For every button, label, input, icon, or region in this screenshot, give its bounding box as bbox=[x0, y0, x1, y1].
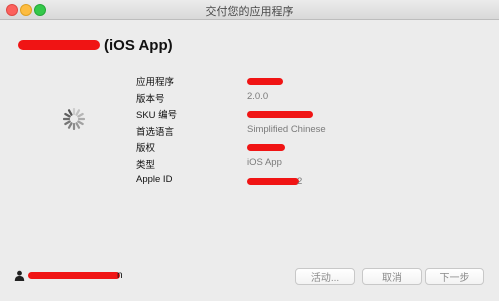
redacted-info-value bbox=[247, 76, 283, 87]
spinner-spoke bbox=[77, 120, 84, 126]
spinner-spoke bbox=[75, 109, 81, 116]
app-heading: (iOS App) bbox=[18, 36, 173, 54]
info-value: 2.0.0 bbox=[247, 90, 269, 102]
info-label: Apple ID bbox=[136, 173, 173, 185]
info-value-tail: 2 bbox=[297, 175, 303, 187]
user-icon bbox=[14, 270, 25, 281]
spinner-spoke bbox=[67, 122, 73, 129]
redaction-bar bbox=[247, 177, 299, 185]
title-bar: 交付您的应用程序 bbox=[0, 0, 499, 20]
activity-button[interactable]: 活动... bbox=[295, 268, 355, 285]
window-title: 交付您的应用程序 bbox=[205, 6, 294, 18]
spinner-spoke bbox=[77, 112, 84, 118]
redacted-app-name bbox=[18, 40, 100, 50]
account-email-tail: n bbox=[117, 270, 123, 281]
deliver-app-window: 交付您的应用程序 (iOS App) 应用程序版本号 2.0.0 SKU 编号 首选语… bbox=[0, 0, 499, 301]
app-type-suffix: (iOS App) bbox=[104, 36, 173, 54]
redaction-bar bbox=[247, 77, 283, 85]
spinner-spoke bbox=[64, 120, 71, 126]
loading-spinner-icon bbox=[63, 108, 85, 130]
info-label: 类型 bbox=[136, 159, 156, 171]
redaction-bar bbox=[247, 144, 285, 152]
info-label: 版本号 bbox=[136, 93, 165, 105]
redacted-info-value bbox=[247, 142, 285, 153]
spinner-spoke bbox=[75, 122, 81, 129]
info-label: SKU 编号 bbox=[136, 110, 178, 122]
redacted-account-email bbox=[28, 272, 120, 279]
redaction-bar bbox=[247, 111, 313, 119]
account-info: n bbox=[14, 270, 123, 281]
info-label: 版权 bbox=[136, 143, 156, 155]
redacted-info-value bbox=[247, 109, 313, 120]
info-value: Simplified Chinese bbox=[247, 123, 326, 135]
spinner-spoke bbox=[67, 109, 73, 116]
redacted-info-value: 2 bbox=[247, 176, 302, 187]
info-value: iOS App bbox=[247, 156, 282, 168]
info-label: 首选语言 bbox=[136, 126, 175, 138]
cancel-button[interactable]: 取消 bbox=[362, 268, 422, 285]
spinner-spoke bbox=[64, 112, 71, 118]
next-button[interactable]: 下一步 bbox=[425, 268, 484, 285]
info-label: 应用程序 bbox=[136, 77, 175, 88]
